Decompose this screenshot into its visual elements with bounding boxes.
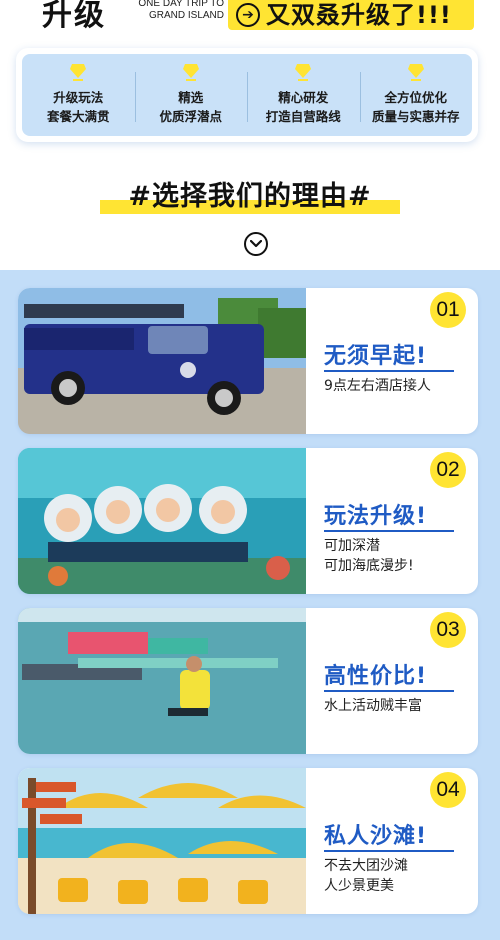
diamond-icon: [407, 64, 424, 81]
chevron-down-icon: [250, 240, 262, 248]
card-description: 9点左右酒店接人: [324, 376, 431, 396]
title-underline: [324, 690, 454, 692]
card-title: 无须早起!: [324, 344, 428, 369]
feature-line-1: 精选: [178, 90, 204, 105]
diamond-icon: [70, 64, 87, 81]
reasons-section: 01 无须早起! 9点左右酒店接人 02 玩法升级! 可加深潜 可加海底漫步! …: [0, 270, 500, 940]
reason-card: 03 高性价比! 水上活动贼丰富: [18, 608, 478, 754]
feature-line-1: 全方位优化: [384, 90, 447, 105]
circle-arrow-right-icon: ➔: [236, 3, 260, 27]
feature-item: 精心研发 打造自营路线: [247, 54, 360, 136]
desc-line-2: 人少景更美: [324, 878, 394, 894]
reason-heading: #选择我们的理由#: [0, 174, 500, 214]
upgrade-word: 升级: [42, 0, 106, 33]
feature-list: 升级玩法 套餐大满贯 精选 优质浮潜点 精心研发 打造自营路线 全方位优化 质量…: [22, 54, 472, 136]
number-badge: 01: [430, 292, 466, 328]
sea-walk-divers-photo: [18, 448, 306, 594]
feature-line-1: 精心研发: [278, 90, 329, 105]
title-underline: [324, 850, 454, 852]
feature-line-2: 优质浮潜点: [159, 109, 222, 124]
number-badge: 02: [430, 452, 466, 488]
feature-item: 精选 优质浮潜点: [134, 54, 248, 136]
reason-title: #选择我们的理由#: [128, 181, 372, 212]
title-underline: [324, 370, 454, 372]
number-badge: 03: [430, 612, 466, 648]
feature-card: 升级玩法 套餐大满贯 精选 优质浮潜点 精心研发 打造自营路线 全方位优化 质量…: [16, 48, 478, 142]
card-description: 不去大团沙滩 人少景更美: [324, 856, 408, 896]
beach-umbrellas-photo: [18, 768, 306, 914]
card-title: 高性价比!: [324, 664, 428, 689]
diamond-icon: [182, 64, 199, 81]
upgrade-banner: ➔ 又双叒升级了!!!: [228, 0, 474, 30]
diamond-icon: [295, 64, 312, 81]
english-subtitle: ONE DAY TRIP TO GRAND ISLAND: [122, 0, 224, 22]
feature-item: 全方位优化 质量与实惠并存: [359, 54, 473, 136]
card-title: 玩法升级!: [324, 504, 428, 529]
reason-card: 04 私人沙滩! 不去大团沙滩 人少景更美: [18, 768, 478, 914]
reason-card: 02 玩法升级! 可加深潜 可加海底漫步!: [18, 448, 478, 594]
feature-item: 升级玩法 套餐大满贯: [22, 54, 135, 136]
card-description: 水上活动贼丰富: [324, 696, 422, 716]
reason-card: 01 无须早起! 9点左右酒店接人: [18, 288, 478, 434]
desc-line-1: 可加深潜: [324, 538, 380, 554]
pickup-truck-photo: [18, 288, 306, 434]
number-badge: 04: [430, 772, 466, 808]
chevron-down-circle-icon[interactable]: [244, 232, 268, 256]
water-park-jump-photo: [18, 608, 306, 754]
english-line-2: GRAND ISLAND: [148, 10, 224, 21]
desc-line-1: 水上活动贼丰富: [324, 698, 422, 714]
desc-line-1: 9点左右酒店接人: [324, 378, 431, 394]
desc-line-1: 不去大团沙滩: [324, 858, 408, 874]
english-line-1: ONE DAY TRIP TO: [138, 0, 224, 9]
feature-line-2: 套餐大满贯: [46, 109, 110, 124]
title-underline: [324, 530, 454, 532]
feature-line-1: 升级玩法: [53, 90, 104, 105]
feature-line-2: 质量与实惠并存: [371, 109, 460, 124]
card-description: 可加深潜 可加海底漫步!: [324, 536, 414, 576]
header: 升级 ONE DAY TRIP TO GRAND ISLAND ➔ 又双叒升级了…: [0, 0, 500, 40]
banner-text: 又双叒升级了!!!: [266, 0, 452, 29]
desc-line-2: 可加海底漫步!: [324, 558, 414, 574]
card-title: 私人沙滩!: [324, 824, 428, 849]
feature-line-2: 打造自营路线: [265, 109, 341, 124]
